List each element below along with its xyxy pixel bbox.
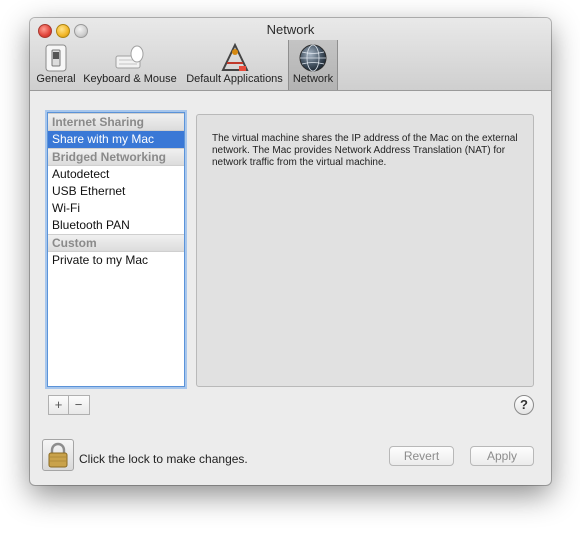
toolbar-item-label: Network — [292, 73, 334, 85]
list-item-usb-ethernet[interactable]: USB Ethernet — [48, 183, 184, 200]
toolbar-item-default-applications[interactable]: Default Applications — [183, 40, 286, 90]
network-type-list[interactable]: Internet Sharing Share with my Mac Bridg… — [47, 112, 185, 387]
list-group-header: Internet Sharing — [48, 113, 184, 131]
list-item-wi-fi[interactable]: Wi-Fi — [48, 200, 184, 217]
general-switch-icon — [45, 44, 67, 72]
lock-button[interactable] — [42, 439, 74, 471]
network-globe-icon — [299, 44, 327, 72]
revert-button[interactable]: Revert — [389, 446, 454, 466]
toolbar: Network General Keyboard & Mouse Default… — [30, 18, 551, 91]
add-remove-buttons: + − — [48, 395, 90, 415]
remove-button[interactable]: − — [69, 396, 88, 414]
add-button[interactable]: + — [49, 396, 69, 414]
keyboard-mouse-icon — [115, 45, 144, 69]
help-button[interactable]: ? — [514, 395, 534, 415]
list-group-header: Custom — [48, 234, 184, 252]
list-item-share-with-my-mac[interactable]: Share with my Mac — [48, 131, 184, 148]
default-applications-icon — [220, 42, 249, 71]
toolbar-item-network[interactable]: Network — [288, 40, 338, 90]
toolbar-item-label: General — [36, 73, 76, 85]
list-item-autodetect[interactable]: Autodetect — [48, 166, 184, 183]
list-item-private-to-my-mac[interactable]: Private to my Mac — [48, 252, 184, 269]
lock-icon — [48, 442, 68, 468]
toolbar-item-label: Keyboard & Mouse — [83, 73, 177, 85]
toolbar-item-label: Default Applications — [186, 73, 283, 85]
description-panel: The virtual machine shares the IP addres… — [196, 114, 534, 387]
lock-status-text: Click the lock to make changes. — [79, 452, 248, 466]
toolbar-item-keyboard-mouse[interactable]: Keyboard & Mouse — [82, 40, 178, 90]
list-group-header: Bridged Networking — [48, 148, 184, 166]
apply-button[interactable]: Apply — [470, 446, 534, 466]
window-title: Network — [266, 22, 315, 37]
toolbar-item-general[interactable]: General — [35, 40, 77, 90]
description-text: The virtual machine shares the IP addres… — [212, 133, 518, 168]
preferences-window: Network General Keyboard & Mouse Default… — [30, 18, 551, 485]
list-item-bluetooth-pan[interactable]: Bluetooth PAN — [48, 217, 184, 234]
